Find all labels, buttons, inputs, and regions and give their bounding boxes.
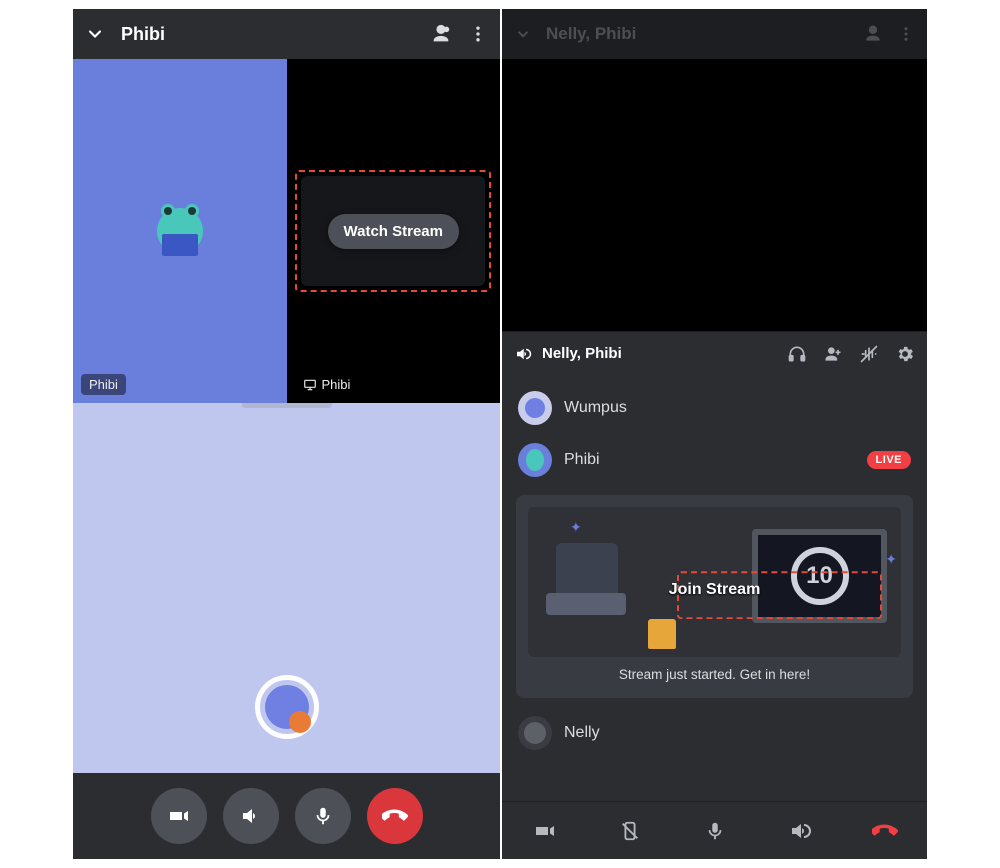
speaker-button[interactable]	[223, 788, 279, 844]
member-name: Wumpus	[564, 399, 627, 417]
member-row-phibi[interactable]: Phibi LIVE	[516, 437, 913, 483]
stream-user-name: Phibi	[322, 377, 351, 392]
dimmed-title: Nelly, Phibi	[546, 24, 636, 44]
avatar-icon	[518, 391, 552, 425]
avatar-icon	[518, 716, 552, 750]
collapse-icon[interactable]	[514, 25, 532, 43]
participant-tile-self[interactable]	[73, 403, 500, 773]
headphones-icon[interactable]	[787, 344, 807, 364]
stream-card: ✦ ✦ 10 Join Stream Stream just started. …	[516, 495, 913, 698]
stream-name-pill: Phibi	[295, 374, 359, 395]
stream-tile[interactable]: Watch Stream Phibi	[287, 59, 501, 403]
noise-suppression-icon[interactable]	[859, 344, 879, 364]
member-name: Phibi	[564, 451, 600, 469]
members-icon[interactable]	[430, 23, 452, 45]
participant-name: Phibi	[89, 377, 118, 392]
watch-stream-label: Watch Stream	[344, 223, 443, 240]
watch-stream-button[interactable]: Watch Stream	[328, 214, 459, 249]
voice-channel-title: Nelly, Phibi	[542, 345, 622, 362]
screen-share-icon[interactable]	[612, 820, 648, 842]
settings-gear-icon[interactable]	[895, 344, 915, 364]
avatar-icon	[518, 443, 552, 477]
stream-illustration[interactable]: ✦ ✦ 10 Join Stream	[528, 507, 901, 657]
members-icon[interactable]	[863, 24, 883, 44]
call-action-bar	[73, 773, 500, 859]
voice-action-bar	[502, 801, 927, 859]
call-header: Phibi	[73, 9, 500, 59]
participant-tile-phibi[interactable]: Phibi	[73, 59, 287, 403]
add-user-icon[interactable]	[823, 344, 843, 364]
sparkle-icon: ✦	[570, 519, 582, 536]
member-name: Nelly	[564, 724, 600, 742]
member-row-wumpus[interactable]: Wumpus	[516, 385, 913, 431]
more-icon[interactable]	[468, 24, 488, 44]
dimmed-call-header: Nelly, Phibi	[502, 9, 927, 59]
voice-channel-header: Nelly, Phibi	[502, 331, 927, 375]
stream-message: Stream just started. Get in here!	[619, 667, 810, 682]
sparkle-icon: ✦	[885, 551, 897, 568]
drag-handle-icon[interactable]	[242, 403, 332, 408]
chair-illustration-icon	[546, 543, 654, 643]
frog-avatar-icon	[157, 208, 203, 254]
hangup-button[interactable]	[367, 788, 423, 844]
voice-channel-body: Wumpus Phibi LIVE ✦ ✦ 10 J	[502, 375, 927, 801]
collapse-icon[interactable]	[85, 24, 105, 44]
popcorn-illustration-icon	[648, 619, 676, 649]
join-stream-button[interactable]: Join Stream	[669, 581, 761, 599]
call-title: Phibi	[121, 24, 165, 45]
speaker-icon[interactable]	[782, 819, 818, 843]
member-row-nelly[interactable]: Nelly	[516, 710, 913, 756]
mic-button[interactable]	[295, 788, 351, 844]
phone-left-call-view: Phibi Phibi	[73, 9, 500, 859]
self-avatar-icon	[261, 681, 313, 733]
camera-icon[interactable]	[527, 819, 563, 843]
camera-button[interactable]	[151, 788, 207, 844]
live-badge: LIVE	[867, 451, 911, 469]
mic-icon[interactable]	[697, 820, 733, 842]
join-stream-label: Join Stream	[669, 581, 761, 598]
participant-grid: Phibi Watch Stream Phibi	[73, 59, 500, 403]
participant-name-pill: Phibi	[81, 374, 126, 395]
black-video-area	[502, 59, 927, 331]
more-icon[interactable]	[897, 25, 915, 43]
screen-icon	[303, 378, 317, 392]
phone-right-voice-panel: Nelly, Phibi Nelly, Phibi	[502, 9, 927, 859]
speaker-loud-icon	[514, 345, 532, 363]
disconnect-icon[interactable]	[867, 818, 903, 844]
